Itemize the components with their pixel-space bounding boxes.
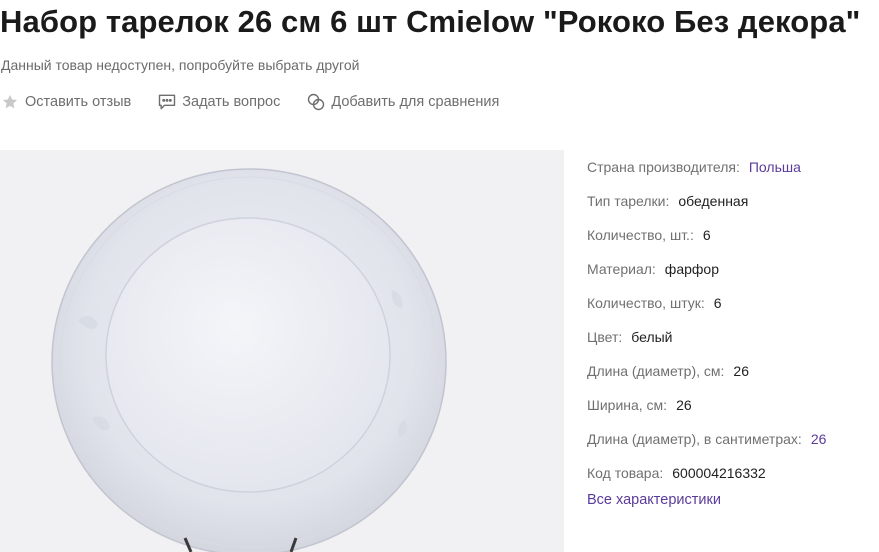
spec-label: Длина (диаметр), см: xyxy=(587,363,725,379)
spec-label: Материал: xyxy=(587,261,656,277)
ask-question-button[interactable]: Задать вопрос xyxy=(157,92,280,112)
spec-row-diameter-cm: Длина (диаметр), см: 26 xyxy=(587,354,879,388)
leave-review-label: Оставить отзыв xyxy=(25,94,132,110)
add-to-compare-button[interactable]: Добавить для сравнения xyxy=(306,92,499,112)
spec-label: Цвет: xyxy=(587,329,623,345)
ask-question-label: Задать вопрос xyxy=(182,94,281,110)
spec-label: Тип тарелки: xyxy=(587,193,670,209)
add-to-compare-label: Добавить для сравнения xyxy=(331,94,500,110)
spec-value: обеденная xyxy=(678,193,749,209)
all-specs-link[interactable]: Все характеристики xyxy=(587,492,721,508)
product-image[interactable] xyxy=(0,150,564,552)
spec-value: белый xyxy=(631,329,673,345)
spec-row-country: Страна производителя: Польша xyxy=(587,150,879,184)
spec-row-material: Материал: фарфор xyxy=(587,252,879,286)
spec-value: 600004216332 xyxy=(672,465,766,481)
spec-value: 6 xyxy=(713,295,722,311)
product-specs: Страна производителя: Польша Тип тарелки… xyxy=(587,150,879,490)
spec-row-diameter-centimeters: Длина (диаметр), в сантиметрах: 26 xyxy=(587,422,879,456)
product-actions: Оставить отзыв Задать вопрос Добавить дл… xyxy=(0,91,525,113)
spec-value: 26 xyxy=(733,363,749,379)
leave-review-button[interactable]: Оставить отзыв xyxy=(0,92,131,112)
spec-label: Длина (диаметр), в сантиметрах: xyxy=(587,431,802,447)
spec-row-width-cm: Ширина, см: 26 xyxy=(587,388,879,422)
spec-value: фарфор xyxy=(664,261,719,277)
spec-row-quantity-items: Количество, штук: 6 xyxy=(587,286,879,320)
spec-row-color: Цвет: белый xyxy=(587,320,879,354)
spec-label: Страна производителя: xyxy=(587,159,740,175)
spec-label: Код товара: xyxy=(587,465,664,481)
spec-label: Количество, штук: xyxy=(587,295,705,311)
availability-notice: Данный товар недоступен, попробуйте выбр… xyxy=(1,57,360,73)
spec-value-link[interactable]: Польша xyxy=(749,159,801,175)
product-title: Набор тарелок 26 см 6 шт Cmielow "Рококо… xyxy=(0,4,861,39)
spec-value-link[interactable]: 26 xyxy=(811,431,827,447)
spec-row-plate-type: Тип тарелки: обеденная xyxy=(587,184,879,218)
plate-picture xyxy=(51,168,447,552)
spec-value: 26 xyxy=(676,397,692,413)
spec-row-product-code: Код товара: 600004216332 xyxy=(587,456,879,490)
chat-icon xyxy=(157,92,177,112)
spec-row-quantity-pcs: Количество, шт.: 6 xyxy=(587,218,879,252)
spec-label: Количество, шт.: xyxy=(587,227,694,243)
star-icon xyxy=(0,92,20,112)
spec-label: Ширина, см: xyxy=(587,397,668,413)
compare-icon xyxy=(306,92,326,112)
spec-value: 6 xyxy=(702,227,711,243)
